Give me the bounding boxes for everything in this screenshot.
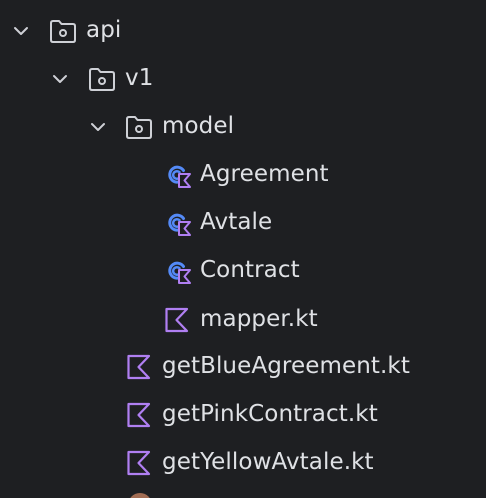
package-folder-icon: [50, 20, 76, 43]
tree-item-mapper-kt[interactable]: mapper.kt: [0, 296, 486, 344]
tree-item-api[interactable]: api: [0, 7, 486, 55]
kotlin-file-icon: [127, 402, 151, 428]
tree-item-avtale[interactable]: Avtale: [0, 199, 486, 247]
tree-item-label: getYellowAvtale.kt: [162, 449, 374, 475]
kotlin-class-icon: [168, 261, 191, 284]
partial-file-icon: [128, 493, 152, 498]
tree-item-agreement[interactable]: Agreement: [0, 151, 486, 199]
tree-item-getblueagreement-kt[interactable]: getBlueAgreement.kt: [0, 343, 486, 391]
kotlin-file-icon: [165, 307, 189, 333]
tree-item-label: getBlueAgreement.kt: [162, 353, 410, 379]
tree-item-label: getPinkContract.kt: [162, 401, 378, 427]
package-folder-icon: [89, 68, 115, 91]
tree-item-v1[interactable]: v1: [0, 55, 486, 103]
tree-item-label: api: [86, 17, 122, 43]
kotlin-file-icon: [127, 354, 151, 380]
chevron-down-icon[interactable]: [50, 69, 70, 89]
tree-item-label: Avtale: [200, 209, 273, 235]
tree-item-label: v1: [125, 65, 154, 91]
tree-item-contract[interactable]: Contract: [0, 247, 486, 295]
tree-item-model[interactable]: model: [0, 103, 486, 151]
chevron-down-icon[interactable]: [88, 117, 108, 137]
tree-item-label: Agreement: [200, 161, 329, 187]
tree-item-getpinkcontract-kt[interactable]: getPinkContract.kt: [0, 391, 486, 439]
tree-item-getyellowavtale-kt[interactable]: getYellowAvtale.kt: [0, 439, 486, 487]
tree-item-label: Contract: [200, 257, 300, 283]
kotlin-file-icon: [127, 450, 151, 476]
project-tree: api v1 model Agreement Avtale Contract m…: [0, 0, 486, 498]
kotlin-class-icon: [168, 213, 191, 236]
chevron-down-icon[interactable]: [11, 21, 31, 41]
tree-item-label: model: [162, 113, 235, 139]
package-folder-icon: [126, 116, 152, 139]
tree-item-label: mapper.kt: [200, 306, 318, 332]
kotlin-class-icon: [168, 165, 191, 188]
